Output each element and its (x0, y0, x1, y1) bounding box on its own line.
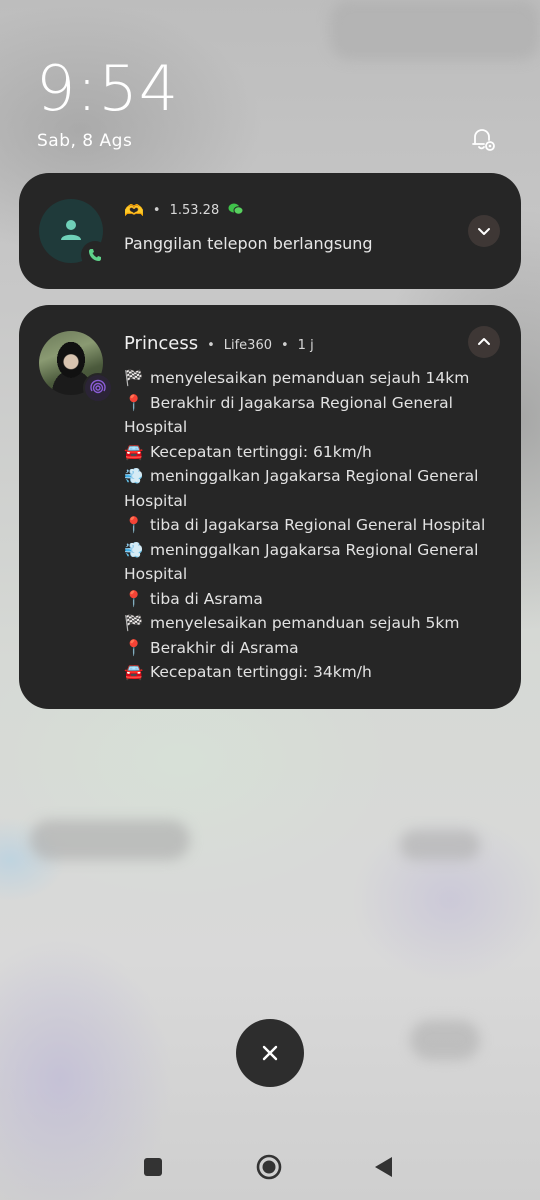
list-item: 🚘 Kecepatan tertinggi: 61km/h (124, 440, 494, 465)
list-item: 🏁 menyelesaikan pemanduan sejauh 14km (124, 366, 494, 391)
home-circle-icon[interactable] (255, 1153, 283, 1181)
car-icon: 🚘 (124, 442, 144, 461)
background-blur (400, 830, 480, 860)
list-item-text: menyelesaikan pemanduan sejauh 14km (150, 369, 470, 387)
list-item: 📍 tiba di Asrama (124, 587, 494, 612)
bell-settings-icon[interactable] (468, 124, 498, 154)
finish-flag-icon: 🏁 (124, 614, 144, 632)
back-triangle-icon[interactable] (372, 1155, 394, 1179)
list-item-text: Berakhir di Jagakarsa Regional General H… (124, 393, 453, 437)
chevron-down-icon[interactable] (468, 215, 500, 247)
clear-notifications-button[interactable] (236, 1019, 304, 1087)
app-version: 1.53.28 (169, 203, 220, 218)
car-icon: 🚘 (124, 663, 144, 681)
background-blur (410, 1020, 480, 1060)
list-item: 📍 tiba di Jagakarsa Regional General Hosp… (124, 513, 494, 538)
list-item-text: tiba di Jagakarsa Regional General Hospi… (150, 516, 486, 534)
list-item-text: Berakhir di Asrama (150, 638, 299, 657)
background-blur (330, 0, 540, 60)
pin-icon: 📍 (124, 393, 144, 412)
list-item: 🏁 menyelesaikan pemanduan sejauh 5km (124, 611, 494, 636)
list-item-text: tiba di Asrama (150, 589, 263, 608)
dash-icon: 💨 (124, 467, 144, 485)
call-notification[interactable]: 🫶 • 1.53.28 Panggilan telepon berlangsun… (19, 173, 521, 289)
list-item-text: meninggalkan Jagakarsa Regional General … (124, 467, 479, 510)
call-title: Panggilan telepon berlangsung (124, 234, 373, 253)
separator: • (207, 338, 215, 353)
dash-icon: 💨 (124, 540, 144, 559)
list-item-text: meninggalkan Jagakarsa Regional General … (124, 540, 479, 584)
app-emoji-icon: 🫶 (124, 201, 144, 220)
notification-body: 🏁 menyelesaikan pemanduan sejauh 14km 📍 Be… (124, 366, 494, 685)
wechat-icon (228, 202, 244, 220)
life360-notification[interactable]: Princess • Life360 • 1 j 🏁 menyelesaikan … (19, 305, 521, 709)
list-item-text: menyelesaikan pemanduan sejauh 5km (150, 614, 460, 632)
separator: • (281, 338, 289, 353)
list-item-text: Kecepatan tertinggi: 34km/h (150, 663, 372, 681)
clock-date: Sab, 8 Ags (37, 131, 133, 151)
life360-badge-icon (83, 373, 113, 403)
separator: • (152, 203, 161, 218)
recents-square-icon[interactable] (144, 1158, 162, 1176)
phone-icon (81, 241, 109, 269)
clock-time: 9:54 (36, 52, 180, 125)
list-item: 🚘 Kecepatan tertinggi: 34km/h (124, 660, 494, 685)
pin-icon: 📍 (124, 638, 144, 657)
list-item: 📍 Berakhir di Jagakarsa Regional General … (124, 391, 494, 440)
sender-name: Princess (124, 333, 199, 354)
app-name: Life360 (223, 338, 272, 353)
pin-icon: 📍 (124, 516, 144, 534)
chevron-up-icon[interactable] (468, 326, 500, 358)
life360-header: Princess • Life360 • 1 j (124, 333, 314, 354)
finish-flag-icon: 🏁 (124, 369, 144, 387)
background-blur (30, 820, 190, 860)
list-item: 💨 meninggalkan Jagakarsa Regional General… (124, 464, 494, 513)
list-item: 💨 meninggalkan Jagakarsa Regional General… (124, 538, 494, 587)
contact-avatar-icon (39, 199, 109, 269)
close-icon (262, 1045, 278, 1061)
call-header: 🫶 • 1.53.28 (124, 201, 244, 220)
list-item: 📍 Berakhir di Asrama (124, 636, 494, 661)
pin-icon: 📍 (124, 589, 144, 608)
notification-time: 1 j (297, 338, 314, 353)
list-item-text: Kecepatan tertinggi: 61km/h (150, 442, 372, 461)
